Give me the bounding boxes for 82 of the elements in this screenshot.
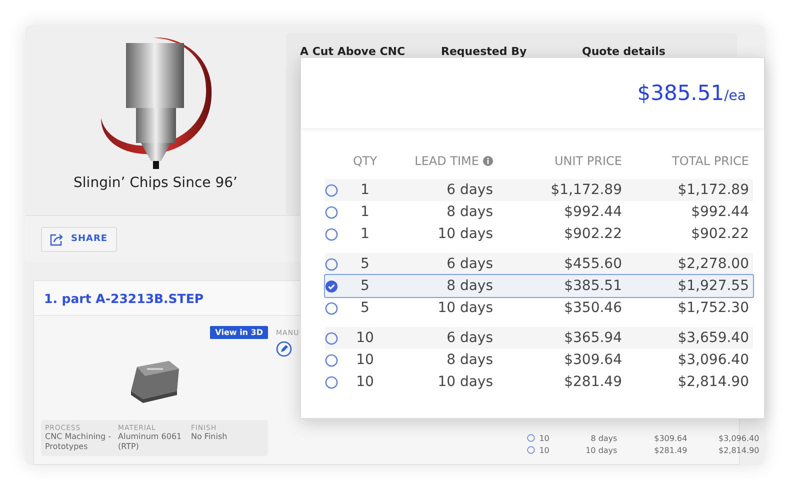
qty-text: 1	[360, 226, 370, 242]
total-price-text: $3,659.40	[676, 330, 749, 346]
radio-button[interactable]	[325, 302, 338, 314]
lead-time-text: 10 days	[436, 374, 493, 390]
view-3d-button[interactable]: View in 3D	[210, 326, 268, 339]
price-option-row[interactable]: 10 10 days $281.49 $2,814.90	[325, 371, 753, 393]
unit-price-text: $992.44	[563, 204, 622, 220]
total-price-text: $992.44	[690, 204, 749, 220]
unit-price-text: $1,172.89	[550, 182, 622, 198]
qty-text: 10	[355, 352, 375, 368]
lead-time-text: 10 days	[436, 226, 493, 242]
info-heading: Requested By	[441, 45, 528, 58]
unit-price-text: $902.22	[563, 226, 622, 242]
column-header: LEAD TIME	[383, 154, 493, 168]
radio-button[interactable]	[325, 258, 338, 270]
qty-text: 5	[360, 278, 370, 294]
price-option-row[interactable]: 5 8 days $385.51 $1,927.55	[325, 275, 753, 297]
radio-button[interactable]	[527, 434, 536, 442]
unit-price-text: $350.46	[563, 300, 622, 316]
radio-button[interactable]	[325, 228, 338, 240]
total-price-text: $2,814.90	[676, 374, 749, 390]
unit-price-text: $385.51	[563, 278, 622, 294]
spec-value: No Finish	[191, 432, 228, 442]
price-option-row[interactable]: 1 6 days $1,172.89 $1,172.89	[325, 179, 753, 201]
lead-time-text: 10 days	[584, 446, 618, 454]
qty-text: 10	[539, 434, 550, 442]
unit-price-text: $281.49	[563, 374, 622, 390]
total-price-text: $2,814.90	[717, 446, 760, 454]
lead-time-text: 10 days	[436, 300, 493, 316]
column-header: TOTAL PRICE	[671, 154, 749, 168]
radio-button[interactable]	[325, 332, 338, 344]
total-price-text: $2,278.00	[676, 256, 749, 272]
qty-text: 1	[360, 182, 370, 198]
lead-time-text: 6 days	[446, 256, 493, 272]
qty-text: 1	[360, 204, 370, 220]
lead-time-text: 8 days	[446, 278, 493, 294]
total-price-text: $3,096.40	[676, 352, 749, 368]
radio-button[interactable]	[325, 184, 338, 196]
unit-price-text: $309.64	[653, 434, 688, 442]
unit-price-text: $281.49	[653, 446, 688, 454]
share-button[interactable]: SHARE	[41, 226, 117, 252]
radio-button[interactable]	[325, 354, 338, 366]
radio-button[interactable]	[325, 206, 338, 218]
lead-time-text: 8 days	[590, 434, 618, 442]
lead-time-text: 8 days	[446, 204, 493, 220]
price-option-row[interactable]: 1 10 days $902.22 $902.22	[325, 223, 753, 245]
qty-text: 10	[355, 374, 375, 390]
info-heading: A Cut Above CNC	[300, 45, 406, 58]
total-price-text: $1,927.55	[676, 278, 749, 294]
unit-price-text: $365.94	[563, 330, 622, 346]
spec-value: CNC Machining - Prototypes	[45, 432, 112, 452]
total-price-text: $902.22	[690, 226, 749, 242]
lead-time-text: 8 days	[446, 352, 493, 368]
lead-time-text: 6 days	[446, 330, 493, 346]
column-header: QTY	[352, 154, 378, 168]
total-price-text: $1,752.30	[676, 300, 749, 316]
radio-button[interactable]	[325, 280, 338, 292]
qty-text: 10	[539, 446, 550, 454]
radio-button[interactable]	[325, 376, 338, 388]
unit-price-text: $309.64	[563, 352, 622, 368]
share-icon	[50, 232, 64, 246]
column-header: UNIT PRICE	[553, 154, 622, 168]
qty-text: 5	[360, 300, 370, 316]
qty-text: 10	[355, 330, 375, 346]
qty-text: 5	[360, 256, 370, 272]
unit-price-text: $455.60	[563, 256, 622, 272]
logo-tagline: Slingin’ Chips Since 96’	[74, 175, 238, 191]
radio-button[interactable]	[527, 446, 536, 454]
price-option-row[interactable]: 1 8 days $992.44 $992.44	[325, 201, 753, 223]
info-heading: Quote details	[582, 45, 666, 58]
total-price-text: $3,096.40	[717, 434, 760, 442]
price-unit: /ea	[724, 88, 746, 104]
lead-time-text: 6 days	[446, 182, 493, 198]
selected-price: $385.51	[637, 81, 724, 105]
price-option-row[interactable]: 5 10 days $350.46 $1,752.30	[325, 297, 753, 319]
edit-icon[interactable]	[276, 341, 292, 357]
price-option-row[interactable]: 10 8 days $309.64 $3,096.40	[325, 349, 753, 371]
price-option-row[interactable]: 5 6 days $455.60 $2,278.00	[325, 253, 753, 275]
info-icon	[483, 156, 493, 166]
spec-value: Aluminum 6061 (RTP)	[118, 432, 183, 452]
price-option-row[interactable]: 10 6 days $365.94 $3,659.40	[325, 327, 753, 349]
total-price-text: $1,172.89	[676, 182, 749, 198]
